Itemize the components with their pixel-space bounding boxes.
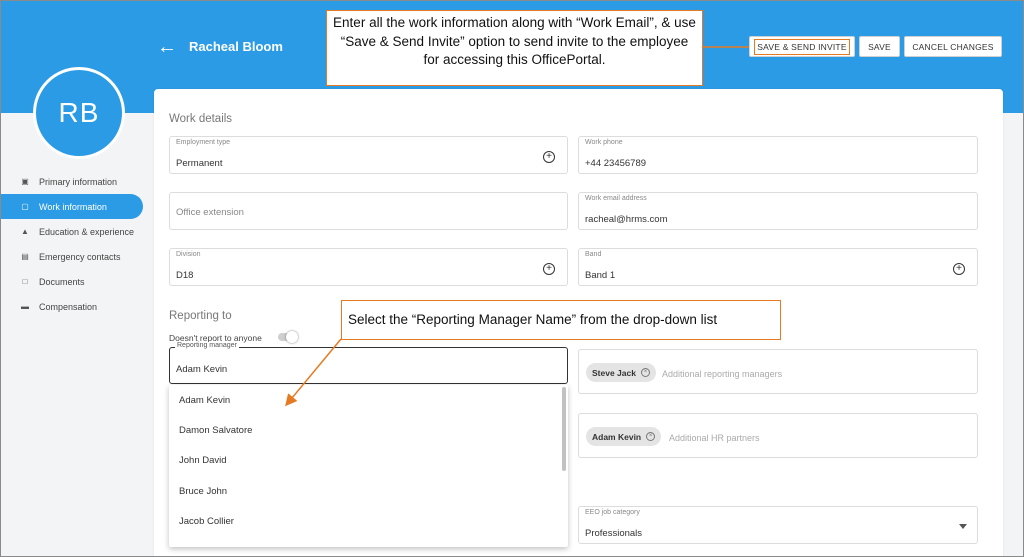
band-value: Band 1 (585, 270, 616, 281)
employment-type-field[interactable]: Employment type Permanent + (169, 136, 568, 174)
save-button[interactable]: SAVE (859, 36, 900, 57)
sidebar-item-compensation[interactable]: ▬ Compensation (1, 294, 147, 319)
division-value: D18 (176, 270, 194, 281)
graduation-cap-icon: ▲ (21, 227, 29, 236)
briefcase-icon: ▢ (21, 202, 29, 211)
sidebar-item-label: Work information (39, 201, 107, 212)
sidebar-item-label: Emergency contacts (39, 251, 121, 262)
dropdown-option[interactable]: Bruce John (169, 476, 568, 506)
office-extension-field[interactable]: Office extension (169, 192, 568, 230)
doesnt-report-toggle[interactable] (278, 331, 298, 343)
employment-type-label: Employment type (176, 139, 231, 146)
wallet-icon: ▬ (21, 302, 29, 311)
save-send-invite-button[interactable]: SAVE & SEND INVITE (749, 36, 855, 57)
add-circle-icon[interactable]: + (543, 263, 555, 275)
work-phone-value: +44 23456789 (585, 158, 647, 169)
office-extension-placeholder: Office extension (176, 207, 244, 218)
division-field[interactable]: Division D18 + (169, 248, 568, 286)
sidebar-item-documents[interactable]: □ Documents (1, 269, 147, 294)
eeo-value: Professionals (585, 528, 643, 539)
work-details-title: Work details (169, 113, 233, 125)
sidebar-item-primary-information[interactable]: ▣ Primary information (1, 169, 147, 194)
add-circle-icon[interactable]: + (953, 263, 965, 275)
avatar: RB (33, 67, 125, 159)
additional-managers-field[interactable]: Steve Jack × Additional reporting manage… (578, 349, 978, 394)
additional-managers-placeholder: Additional reporting managers (662, 369, 783, 379)
hr-partners-placeholder: Additional HR partners (669, 433, 760, 443)
dropdown-option[interactable]: Jacob Collier (169, 507, 568, 537)
sidebar-item-emergency-contacts[interactable]: ▤ Emergency contacts (1, 244, 147, 269)
work-email-value: racheal@hrms.com (585, 214, 668, 225)
dropdown-scrollbar[interactable] (562, 387, 566, 471)
instruction-callout-top: Enter all the work information along wit… (326, 10, 703, 86)
hr-partners-field[interactable]: Adam Kevin × Additional HR partners (578, 413, 978, 458)
reporting-manager-dropdown: Adam Kevin Damon Salvatore John David Br… (169, 385, 568, 547)
reporting-manager-label: Reporting manager (175, 342, 239, 349)
hr-partner-chip: Adam Kevin × (586, 427, 662, 446)
sidebar-item-work-information[interactable]: ▢ Work information (1, 194, 143, 219)
band-label: Band (585, 251, 602, 258)
work-email-field[interactable]: Work email address racheal@hrms.com (578, 192, 978, 230)
hr-partner-chip-label: Adam Kevin (592, 431, 642, 442)
contacts-icon: ▤ (21, 252, 29, 261)
employment-type-value: Permanent (176, 158, 223, 169)
add-circle-icon[interactable]: + (543, 151, 555, 163)
eeo-label: EEO job category (585, 509, 640, 516)
sidebar-item-label: Primary information (39, 176, 118, 187)
reporting-manager-value: Adam Kevin (176, 364, 228, 375)
sidebar-item-label: Education & experience (39, 226, 135, 237)
id-card-icon: ▣ (21, 177, 29, 186)
folder-icon: □ (22, 277, 28, 286)
remove-chip-icon[interactable]: × (646, 432, 656, 441)
save-send-invite-label: SAVE & SEND INVITE (754, 38, 850, 55)
dropdown-option[interactable]: Adam Kevin (169, 385, 568, 415)
remove-chip-icon[interactable]: × (640, 368, 650, 377)
dropdown-option[interactable]: John David (169, 446, 568, 476)
dropdown-option[interactable]: Damon Salvatore (169, 415, 568, 445)
reporting-manager-field[interactable]: Reporting manager Adam Kevin (169, 342, 568, 384)
work-email-label: Work email address (585, 195, 647, 202)
chevron-down-icon[interactable] (959, 524, 967, 529)
back-arrow-icon[interactable]: ← (157, 37, 177, 57)
sidebar-item-label: Compensation (39, 301, 98, 312)
employee-name: Racheal Bloom (189, 39, 283, 54)
instruction-callout-dropdown: Select the “Reporting Manager Name” from… (341, 300, 781, 340)
sidebar-item-education[interactable]: ▲ Education & experience (1, 219, 147, 244)
manager-chip: Steve Jack × (586, 363, 656, 382)
division-label: Division (176, 251, 201, 258)
sidebar-item-label: Documents (39, 276, 85, 287)
sidebar: ▣ Primary information ▢ Work information… (1, 169, 147, 319)
screenshot-frame: ← Racheal Bloom RB SAVE & SEND INVITE SA… (0, 0, 1024, 557)
work-phone-field[interactable]: Work phone +44 23456789 (578, 136, 978, 174)
eeo-job-category-select[interactable]: EEO job category Professionals (578, 506, 978, 544)
reporting-to-title: Reporting to (169, 310, 232, 322)
cancel-changes-button[interactable]: CANCEL CHANGES (904, 36, 1002, 57)
manager-chip-label: Steve Jack (592, 367, 636, 378)
work-phone-label: Work phone (585, 139, 623, 146)
band-field[interactable]: Band Band 1 + (578, 248, 978, 286)
